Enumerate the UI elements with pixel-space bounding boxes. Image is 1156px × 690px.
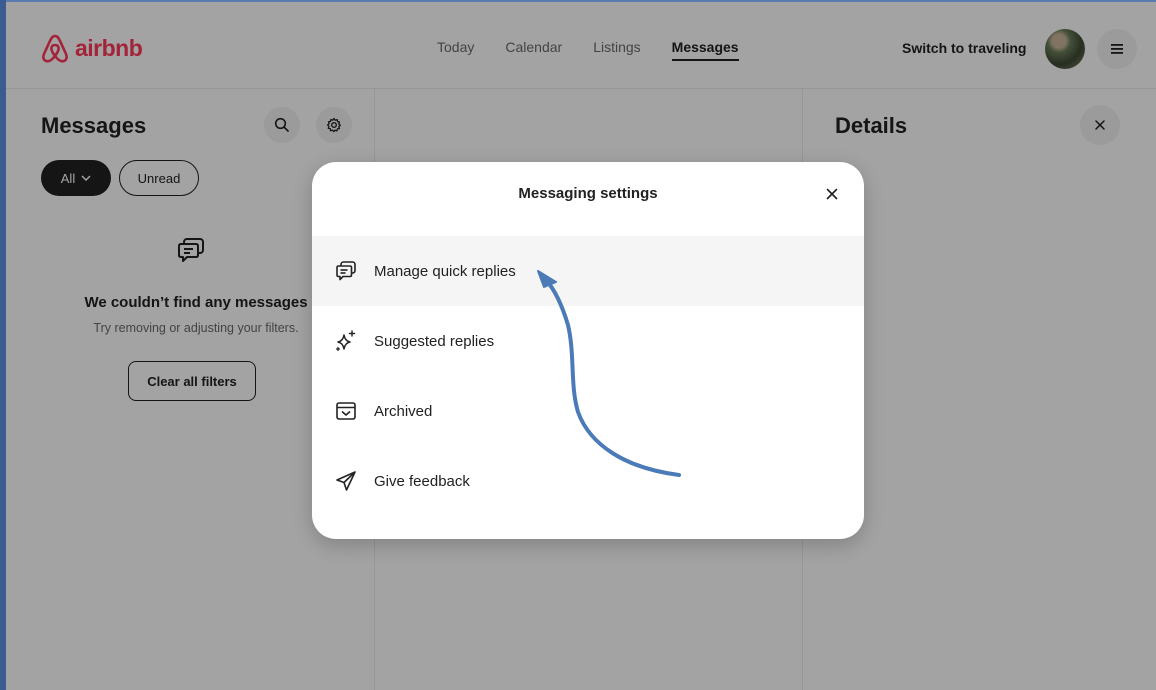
- archive-box-icon: [334, 399, 358, 423]
- modal-title: Messaging settings: [518, 185, 658, 202]
- window-top-edge: [0, 0, 1156, 2]
- send-arrow-icon: [334, 469, 358, 493]
- app-window: airbnb Today Calendar Listings Messages …: [0, 0, 1156, 690]
- close-icon: [826, 188, 838, 200]
- modal-close-button[interactable]: [820, 182, 844, 206]
- chat-bubbles-icon: [334, 259, 358, 283]
- menu-item-archived[interactable]: Archived: [312, 376, 864, 446]
- sparkle-icon: [334, 329, 358, 353]
- menu-item-label: Give feedback: [374, 472, 470, 490]
- menu-item-label: Archived: [374, 402, 433, 420]
- menu-item-label: Manage quick replies: [374, 262, 516, 280]
- menu-item-label: Suggested replies: [374, 332, 495, 350]
- menu-item-give-feedback[interactable]: Give feedback: [312, 446, 864, 516]
- menu-item-manage-quick-replies[interactable]: Manage quick replies: [312, 236, 864, 306]
- messaging-settings-modal: Messaging settings Manage quick replies: [312, 162, 864, 539]
- settings-menu: Manage quick replies Suggested replies A…: [312, 236, 864, 516]
- menu-item-suggested-replies[interactable]: Suggested replies: [312, 306, 864, 376]
- window-left-edge: [0, 0, 6, 690]
